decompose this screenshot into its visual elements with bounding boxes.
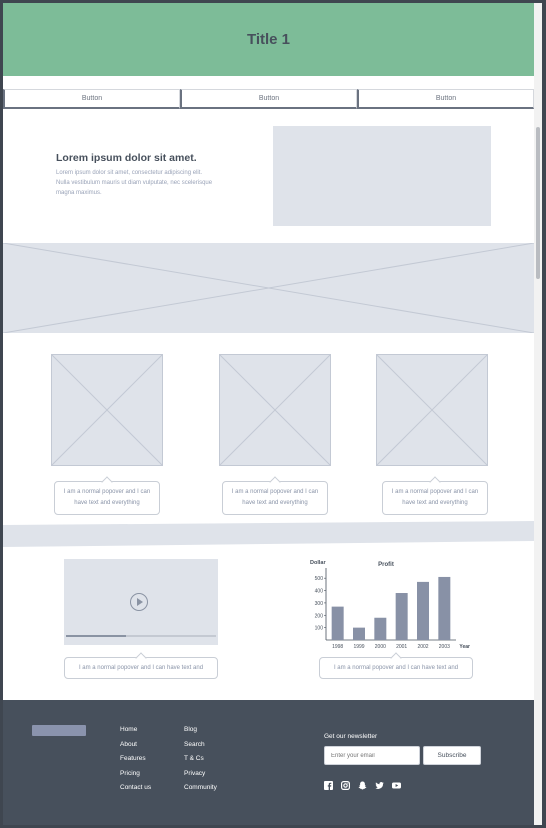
nav-button-2[interactable]: Button (180, 89, 357, 109)
chart-xtick-label-2003: 2003 (439, 644, 450, 650)
chart-xlabel: Year (459, 644, 470, 650)
footer-logo[interactable] (32, 725, 86, 736)
footer-link-privacy[interactable]: Privacy (184, 770, 217, 785)
card-image-3 (376, 354, 488, 466)
card-image-1 (51, 354, 163, 466)
chart-bar-2000 (374, 617, 387, 640)
chart-xtick-label-2000: 2000 (375, 644, 386, 650)
footer-link-contact[interactable]: Contact us (120, 784, 151, 799)
footer-links-col-1: Home About Features Pricing Contact us (120, 726, 151, 799)
banner-image-placeholder (3, 243, 534, 333)
chart-bar-2003 (438, 576, 451, 640)
card-image-2 (219, 354, 331, 466)
footer-link-home[interactable]: Home (120, 726, 151, 741)
card-popover-1: I am a normal popover and I can have tex… (54, 481, 160, 515)
footer-link-terms[interactable]: T & Cs (184, 755, 217, 770)
chart-xtick-label-2001: 2001 (396, 644, 407, 650)
newsletter-title: Get our newsletter (324, 733, 378, 740)
profit-chart: Dollar Profit 100 200 300 400 500 1998 1999 2000 2… (310, 560, 470, 650)
chart-bar-2001 (395, 593, 408, 640)
footer-link-about[interactable]: About (120, 741, 151, 756)
header: Title 1 (3, 3, 534, 76)
play-icon[interactable] (130, 593, 148, 611)
chart-xtick-label-2002: 2002 (417, 644, 428, 650)
nav-button-1[interactable]: Button (3, 89, 180, 109)
video-popover: I am a normal popover and I can have tex… (64, 657, 218, 679)
chart-ytick-label-2: 300 (315, 601, 324, 607)
social-links (324, 777, 401, 791)
footer-link-pricing[interactable]: Pricing (120, 770, 151, 785)
footer: Home About Features Pricing Contact us B… (3, 700, 534, 825)
hero-image-placeholder (273, 126, 491, 226)
footer-link-community[interactable]: Community (184, 784, 217, 799)
scrollbar[interactable] (534, 3, 542, 825)
youtube-icon[interactable] (392, 777, 401, 789)
chart-ytick-label-3: 400 (315, 589, 324, 595)
chart-bar-1998 (331, 606, 344, 640)
chart-bar-2002 (417, 581, 429, 640)
hero-body: Lorem ipsum dolor sit amet, consectetur … (56, 170, 213, 196)
page-title: Title 1 (246, 31, 291, 48)
footer-link-features[interactable]: Features (120, 755, 151, 770)
video-progress-bar[interactable] (66, 635, 216, 637)
footer-link-search[interactable]: Search (184, 741, 217, 756)
instagram-icon[interactable] (341, 777, 351, 791)
card-popover-2: I am a normal popover and I can have tex… (222, 481, 328, 515)
chart-bar-1999 (353, 627, 365, 640)
scrollbar-thumb[interactable] (536, 127, 540, 279)
page: Title 1 Button Button Button Lorem ipsum… (3, 3, 534, 825)
hero-title: Lorem ipsum dolor sit amet. (56, 152, 197, 164)
chart-title: Profit (378, 562, 394, 568)
button-row: Button Button Button (3, 89, 534, 109)
video-progress-fill (66, 635, 126, 637)
hero-text: Lorem ipsum dolor sit amet. Lorem ipsum … (56, 152, 216, 198)
snapchat-icon[interactable] (358, 777, 367, 790)
chart-popover: I am a normal popover and I can have tex… (319, 657, 473, 679)
chart-ytick-label-4: 500 (315, 576, 324, 582)
nav-button-3[interactable]: Button (357, 89, 534, 109)
chart-ytick-label-0: 100 (315, 626, 324, 632)
facebook-icon[interactable] (324, 777, 333, 790)
footer-links-col-2: Blog Search T & Cs Privacy Community (184, 726, 217, 799)
chart-xtick-label-1999: 1999 (353, 644, 364, 650)
newsletter-email-input[interactable] (324, 746, 420, 765)
chart-ylabel: Dollar (310, 560, 326, 566)
video-player[interactable] (64, 559, 218, 645)
chart-ytick-label-1: 200 (315, 613, 324, 619)
card-popover-3: I am a normal popover and I can have tex… (382, 481, 488, 515)
subscribe-button[interactable]: Subscribe (423, 746, 481, 765)
footer-link-blog[interactable]: Blog (184, 726, 217, 741)
divider-band (3, 521, 534, 547)
chart-xtick-label-1998: 1998 (332, 644, 343, 650)
twitter-icon[interactable] (375, 777, 384, 789)
